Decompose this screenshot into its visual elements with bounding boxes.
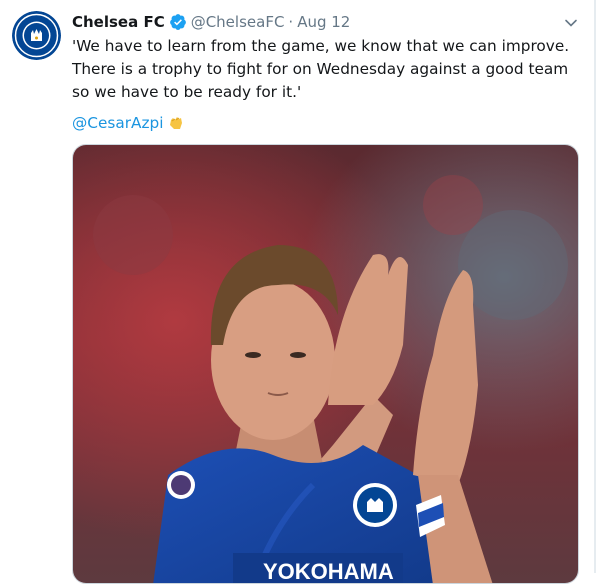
mention-link[interactable]: @CesarAzpi (72, 112, 163, 134)
tweet-date[interactable]: Aug 12 (297, 13, 350, 31)
chevron-down-icon[interactable] (564, 16, 578, 30)
verified-badge-icon (169, 14, 186, 30)
avatar[interactable] (12, 11, 61, 60)
mention-line: @CesarAzpi (72, 112, 185, 134)
clapping-hands-icon (170, 117, 183, 129)
tweet-photo[interactable]: YOKOHAMA (72, 144, 579, 584)
tweet-text: 'We have to learn from the game, we know… (72, 37, 570, 101)
player-applauding-image: YOKOHAMA (73, 145, 578, 584)
author-handle[interactable]: @ChelseaFC (191, 13, 285, 31)
tweet-header: Chelsea FC @ChelseaFC · Aug 12 (72, 11, 350, 33)
sponsor-text: YOKOHAMA (263, 559, 394, 584)
chelsea-crest-logo (12, 11, 61, 60)
separator-dot: · (288, 13, 294, 31)
author-name[interactable]: Chelsea FC (72, 13, 165, 31)
